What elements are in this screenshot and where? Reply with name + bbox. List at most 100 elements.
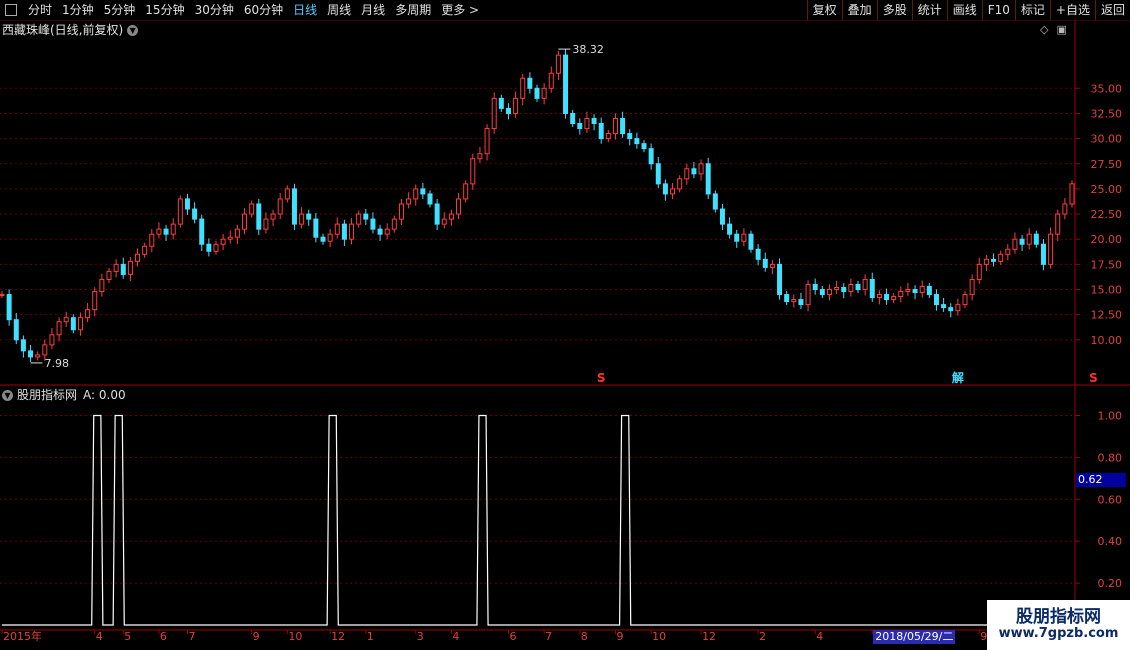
- candle-body: [777, 263, 783, 296]
- candle-body: [163, 228, 169, 235]
- candle-body: [227, 236, 233, 240]
- candle-body: [28, 350, 34, 358]
- candle-body: [641, 143, 647, 150]
- date-label: 8: [580, 630, 588, 643]
- date-label: 4: [816, 630, 824, 643]
- candle-body: [869, 278, 875, 299]
- candle-body: [1026, 233, 1032, 245]
- candle-body: [349, 223, 355, 240]
- date-label: 9: [252, 630, 260, 643]
- candle-body: [370, 218, 376, 230]
- candle-body: [313, 218, 319, 238]
- signal-marker: S: [597, 371, 606, 385]
- candle-body: [698, 163, 704, 175]
- candle-body: [826, 289, 832, 296]
- signal-marker: S: [1089, 371, 1098, 385]
- date-label: 4: [95, 630, 103, 643]
- candle-body: [434, 203, 440, 225]
- candle-body: [1005, 248, 1011, 255]
- candle-body: [612, 117, 618, 135]
- date-label: 9: [616, 630, 624, 643]
- price-tick-label: 20.00: [1091, 233, 1123, 246]
- candle-body: [63, 317, 69, 323]
- candle-body: [848, 283, 854, 293]
- candle-body: [256, 203, 262, 230]
- date-label: 3: [416, 630, 424, 643]
- candle-body: [891, 296, 897, 301]
- candle-body: [220, 238, 226, 245]
- candle-body: [691, 168, 697, 175]
- date-label: 2: [759, 630, 767, 643]
- candle-body: [905, 289, 911, 293]
- indicator-tick-label: 0.80: [1098, 451, 1123, 464]
- high-price-label: 38.32: [572, 43, 604, 56]
- candle-body: [113, 263, 119, 272]
- candle-body: [662, 183, 668, 195]
- candle-body: [884, 294, 890, 301]
- candle-body: [334, 223, 340, 235]
- watermark-title: 股朋指标网: [1016, 607, 1101, 627]
- candle-body: [149, 233, 155, 247]
- candle-body: [570, 112, 576, 125]
- candle-body: [242, 213, 248, 230]
- kline-chart[interactable]: 35.00 32.50 30.00 27.50 25.00 22.50 20.00 17.50…: [0, 0, 1130, 650]
- candle-body: [898, 291, 904, 298]
- candle-body: [498, 97, 504, 109]
- price-tick-label: 35.00: [1091, 82, 1123, 95]
- date-label: 5: [124, 630, 132, 643]
- indicator-tick-label: 0.60: [1098, 493, 1123, 506]
- cursor-value-tag: 0.62: [1076, 473, 1126, 487]
- candle-body: [77, 317, 83, 331]
- candle-body: [983, 258, 989, 265]
- candle-body: [484, 128, 490, 155]
- price-tick-label: 15.00: [1091, 284, 1123, 297]
- candle-body: [769, 263, 775, 268]
- candle-body: [605, 133, 611, 140]
- candle-body: [477, 153, 483, 160]
- candle-body: [127, 260, 133, 275]
- indicator-tick-label: 0.20: [1098, 577, 1123, 590]
- candle-body: [534, 87, 540, 99]
- candle-body: [13, 319, 19, 341]
- price-tick-label: 10.00: [1091, 334, 1123, 347]
- date-label: 1: [366, 630, 374, 643]
- candle-body: [420, 188, 426, 195]
- watermark-logo: 股朋指标网 www.7gpzb.com: [987, 600, 1130, 650]
- candle-body: [377, 228, 383, 235]
- indicator-title: ▼ 股朋指标网 A: 0.00: [2, 387, 126, 403]
- date-label: 2015年: [3, 630, 42, 643]
- candle-body: [184, 198, 190, 210]
- candle-body: [784, 294, 790, 303]
- candle-body: [456, 198, 462, 215]
- candle-body: [177, 198, 183, 225]
- candle-body: [755, 248, 761, 260]
- candle-body: [969, 278, 975, 296]
- candle-body: [855, 283, 861, 291]
- date-label: 10: [288, 630, 303, 643]
- candle-body: [1069, 183, 1075, 205]
- candle-body: [919, 285, 925, 294]
- candle-body: [1012, 238, 1018, 250]
- candle-body: [841, 287, 847, 293]
- candle-body: [1062, 203, 1068, 215]
- date-label: 4: [452, 630, 460, 643]
- candle-body: [441, 218, 447, 225]
- candle-body: [748, 233, 754, 250]
- indicator-line: [2, 414, 1130, 626]
- candle-body: [92, 291, 98, 311]
- candle-body: [306, 213, 312, 220]
- price-tick-label: 27.50: [1091, 158, 1123, 171]
- candle-body: [655, 163, 661, 185]
- date-axis: 2015年 4 5 6 7 9 10 12 1 3 4 6 7 8 9 10 12 2 4 2018/05/29/二 9…: [0, 630, 1109, 644]
- indicator-tick-label: 1.00: [1098, 409, 1123, 422]
- candle-body: [20, 339, 26, 352]
- date-label: 2018/05/29/二: [873, 630, 956, 644]
- chevron-down-icon[interactable]: ▼: [2, 389, 13, 401]
- candle-body: [1033, 233, 1039, 245]
- candle-body: [142, 245, 148, 255]
- candle-body: [192, 208, 198, 220]
- price-tick-label: 32.50: [1091, 107, 1123, 120]
- candle-body: [527, 77, 533, 89]
- candle-body: [49, 334, 55, 346]
- candle-body: [741, 233, 747, 242]
